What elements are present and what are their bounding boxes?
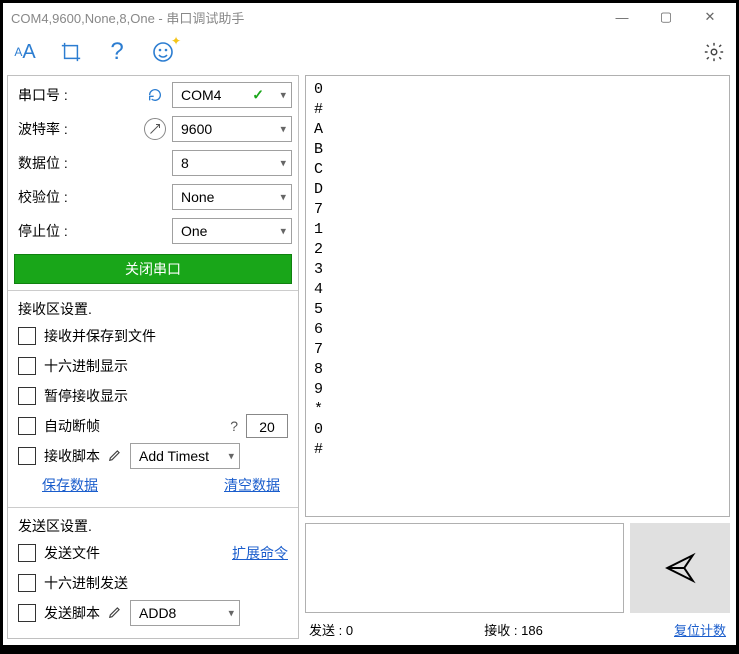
send-file-checkbox[interactable] bbox=[18, 544, 36, 562]
app-window: COM4,9600,None,8,One - 串口调试助手 — ▢ ✕ AA ?… bbox=[3, 3, 736, 645]
baud-label: 波特率 : bbox=[18, 119, 138, 139]
stopbits-select[interactable]: One bbox=[172, 218, 292, 244]
databits-select[interactable]: 8 bbox=[172, 150, 292, 176]
send-textarea[interactable] bbox=[305, 523, 624, 613]
save-to-file-label: 接收并保存到文件 bbox=[44, 326, 156, 346]
clear-data-link[interactable]: 清空数据 bbox=[224, 475, 280, 495]
divider bbox=[8, 290, 298, 291]
save-to-file-checkbox[interactable] bbox=[18, 327, 36, 345]
parity-label: 校验位 : bbox=[18, 187, 166, 207]
tx-script-select[interactable]: ADD8 bbox=[130, 600, 240, 626]
port-label: 串口号 : bbox=[18, 85, 138, 105]
auto-break-help-icon[interactable]: ? bbox=[230, 418, 238, 434]
save-data-link[interactable]: 保存数据 bbox=[42, 475, 98, 495]
hex-display-checkbox[interactable] bbox=[18, 357, 36, 375]
tx-script-edit-icon[interactable] bbox=[108, 605, 122, 622]
close-port-button[interactable]: 关闭串口 bbox=[14, 254, 292, 284]
rx-count-label: 接收 : 186 bbox=[484, 620, 543, 639]
minimize-button[interactable]: — bbox=[600, 3, 644, 31]
rx-settings-header: 接收区设置. bbox=[8, 293, 298, 321]
pause-display-checkbox[interactable] bbox=[18, 387, 36, 405]
font-icon[interactable]: AA bbox=[11, 38, 39, 66]
maximize-button[interactable]: ▢ bbox=[644, 3, 688, 31]
auto-break-checkbox[interactable] bbox=[18, 417, 36, 435]
right-panel: 0 # A B C D 7 1 2 3 4 5 6 7 8 9 * 0 # 发送… bbox=[305, 75, 730, 639]
reset-count-link[interactable]: 复位计数 bbox=[674, 620, 726, 639]
smile-icon[interactable]: ✦ bbox=[149, 38, 177, 66]
divider bbox=[8, 507, 298, 508]
titlebar: COM4,9600,None,8,One - 串口调试助手 — ▢ ✕ bbox=[3, 3, 736, 31]
help-icon[interactable]: ? bbox=[103, 38, 131, 66]
stopbits-label: 停止位 : bbox=[18, 221, 166, 241]
databits-label: 数据位 : bbox=[18, 153, 166, 173]
send-button[interactable] bbox=[630, 523, 730, 613]
ext-cmd-link[interactable]: 扩展命令 bbox=[232, 543, 288, 563]
auto-break-input[interactable]: 20 bbox=[246, 414, 288, 438]
rx-script-edit-icon[interactable] bbox=[108, 448, 122, 465]
rx-script-label: 接收脚本 bbox=[44, 446, 100, 466]
port-select[interactable]: COM4 bbox=[172, 82, 292, 108]
baud-auto-icon[interactable] bbox=[144, 118, 166, 140]
send-row bbox=[305, 523, 730, 613]
settings-icon[interactable] bbox=[700, 38, 728, 66]
tx-count-label: 发送 : 0 bbox=[309, 620, 353, 639]
baud-select[interactable]: 9600 bbox=[172, 116, 292, 142]
crop-icon[interactable] bbox=[57, 38, 85, 66]
main-area: 串口号 : COM4 ✓ ▾ 波特率 : bbox=[3, 73, 736, 645]
hex-display-label: 十六进制显示 bbox=[44, 356, 128, 376]
port-ok-icon: ✓ bbox=[252, 87, 264, 104]
serial-config: 串口号 : COM4 ✓ ▾ 波特率 : bbox=[8, 76, 298, 250]
status-bar: 发送 : 0 接收 : 186 复位计数 bbox=[305, 619, 730, 639]
toolbar: AA ? ✦ bbox=[3, 31, 736, 73]
auto-break-label: 自动断帧 bbox=[44, 416, 100, 436]
tx-script-label: 发送脚本 bbox=[44, 603, 100, 623]
left-panel: 串口号 : COM4 ✓ ▾ 波特率 : bbox=[7, 75, 299, 639]
pause-display-label: 暂停接收显示 bbox=[44, 386, 128, 406]
receive-textarea[interactable]: 0 # A B C D 7 1 2 3 4 5 6 7 8 9 * 0 # bbox=[305, 75, 730, 517]
hex-send-checkbox[interactable] bbox=[18, 574, 36, 592]
hex-send-label: 十六进制发送 bbox=[44, 573, 128, 593]
rx-script-select[interactable]: Add Timest bbox=[130, 443, 240, 469]
send-file-label: 发送文件 bbox=[44, 543, 100, 563]
refresh-icon[interactable] bbox=[144, 84, 166, 106]
window-title: COM4,9600,None,8,One - 串口调试助手 bbox=[11, 8, 600, 27]
tx-settings-header: 发送区设置. bbox=[8, 510, 298, 538]
close-button[interactable]: ✕ bbox=[688, 3, 732, 31]
parity-select[interactable]: None bbox=[172, 184, 292, 210]
rx-script-checkbox[interactable] bbox=[18, 447, 36, 465]
tx-script-checkbox[interactable] bbox=[18, 604, 36, 622]
